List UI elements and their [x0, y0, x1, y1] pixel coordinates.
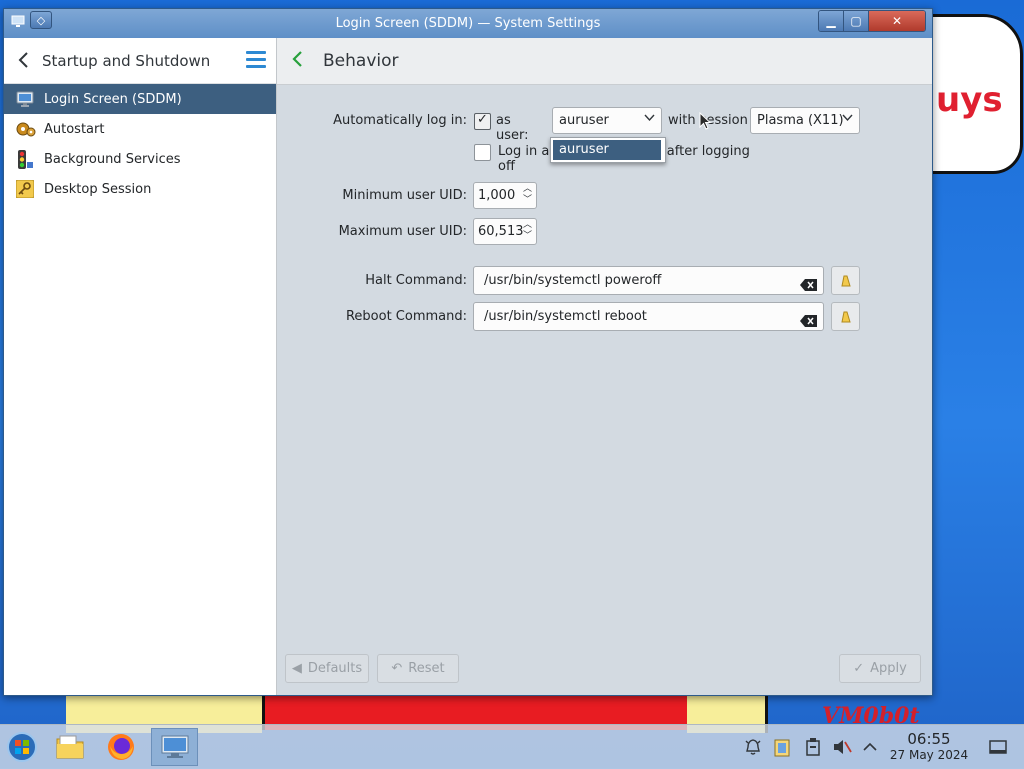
- session-select[interactable]: Plasma (X11): [750, 107, 860, 134]
- clipboard-icon[interactable]: [772, 737, 792, 757]
- user-dropdown-popup: auruser: [550, 137, 666, 163]
- firefox-icon: [108, 734, 134, 760]
- sidebar-item-desktop-session[interactable]: Desktop Session: [4, 174, 276, 204]
- min-uid-label: Minimum user UID:: [342, 188, 467, 203]
- apply-check-icon: ✓: [853, 661, 865, 676]
- back-arrow-icon[interactable]: [291, 49, 303, 73]
- reset-icon: ↶: [391, 661, 403, 676]
- settings-monitor-icon: [161, 735, 188, 758]
- main-header: Behavior: [277, 38, 932, 85]
- relogin-checkbox[interactable]: [474, 144, 491, 161]
- window-titlebar[interactable]: ◇ Login Screen (SDDM) — System Settings …: [4, 9, 932, 38]
- halt-browse-button[interactable]: [831, 266, 860, 295]
- reset-label: Reset: [408, 661, 445, 676]
- checkmark-icon: ✓: [477, 112, 488, 127]
- file-open-icon: [840, 275, 851, 286]
- user-select-value: auruser: [559, 113, 609, 128]
- start-orb-icon: [7, 732, 37, 762]
- key-icon: [15, 179, 35, 199]
- back-arrow-icon[interactable]: [17, 51, 33, 69]
- session-select-value: Plasma (X11): [757, 113, 844, 128]
- hamburger-menu-icon[interactable]: [246, 51, 266, 69]
- max-uid-spinbox[interactable]: 60,513 ︿ ﹀: [473, 218, 537, 245]
- user-option[interactable]: auruser: [553, 140, 661, 160]
- firefox-button[interactable]: [101, 728, 141, 766]
- chevron-down-icon: [644, 112, 655, 125]
- min-uid-spinbox[interactable]: 1,000 ︿ ﹀: [473, 182, 537, 209]
- reset-button[interactable]: ↶ Reset: [377, 654, 459, 683]
- volume-muted-icon[interactable]: [832, 737, 852, 757]
- clock-time: 06:55: [907, 730, 951, 748]
- maximize-button[interactable]: ▢: [843, 11, 868, 31]
- halt-command-label: Halt Command:: [365, 273, 467, 288]
- halt-command-field[interactable]: /usr/bin/systemctl poweroff: [473, 266, 824, 295]
- window-controls: ▁ ▢ ✕: [818, 10, 926, 32]
- chevron-down-icon: [842, 112, 853, 125]
- reboot-browse-button[interactable]: [831, 302, 860, 331]
- sidebar-title: Startup and Shutdown: [42, 52, 211, 70]
- spin-arrows-icon[interactable]: ︿ ﹀: [522, 220, 533, 242]
- notifications-icon[interactable]: [743, 737, 763, 757]
- traffic-light-icon: [16, 150, 34, 169]
- sidebar-item-label: Autostart: [44, 121, 105, 137]
- apply-label: Apply: [870, 661, 907, 676]
- minimize-button[interactable]: ▁: [819, 11, 843, 31]
- min-uid-value: 1,000: [478, 188, 516, 203]
- system-clock[interactable]: 06:55 27 May 2024: [884, 731, 974, 763]
- sidebar-item-autostart[interactable]: Autostart: [4, 114, 276, 144]
- max-uid-value: 60,513: [478, 224, 524, 239]
- autologin-checkbox[interactable]: ✓: [474, 112, 491, 130]
- window-title: Login Screen (SDDM) — System Settings: [335, 16, 601, 31]
- defaults-button[interactable]: ◀ Defaults: [285, 654, 369, 683]
- sidebar-item-label: Login Screen (SDDM): [44, 91, 182, 107]
- reboot-command-label: Reboot Command:: [345, 309, 467, 324]
- apply-button[interactable]: ✓ Apply: [839, 654, 921, 683]
- start-menu-button[interactable]: [2, 728, 42, 766]
- halt-command-value: /usr/bin/systemctl poweroff: [484, 273, 662, 288]
- file-open-icon: [840, 311, 851, 322]
- defaults-icon: ◀: [291, 661, 302, 676]
- system-settings-task[interactable]: [151, 728, 198, 766]
- storage-device-icon[interactable]: [803, 737, 823, 757]
- clock-date: 27 May 2024: [889, 748, 969, 762]
- file-manager-button[interactable]: [50, 728, 90, 766]
- page-title: Behavior: [323, 51, 399, 71]
- sidebar: Startup and Shutdown Login Screen (SDDM)…: [4, 38, 277, 695]
- clear-text-icon[interactable]: [800, 310, 817, 327]
- sidebar-item-label: Desktop Session: [44, 181, 152, 197]
- close-button[interactable]: ✕: [868, 11, 925, 31]
- show-desktop-icon[interactable]: [988, 737, 1008, 757]
- chevron-up-icon[interactable]: [860, 737, 880, 757]
- folder-icon: [56, 735, 84, 759]
- user-select[interactable]: auruser: [552, 107, 662, 134]
- wallpaper-cloud-text: uys: [936, 80, 1003, 120]
- as-user-label: as user:: [496, 113, 529, 143]
- sidebar-item-label: Background Services: [44, 151, 181, 167]
- max-uid-label: Maximum user UID:: [338, 224, 467, 239]
- taskbar: 06:55 27 May 2024: [0, 724, 1024, 769]
- defaults-label: Defaults: [307, 661, 363, 676]
- gears-icon: [16, 120, 36, 138]
- mouse-cursor: [699, 111, 712, 135]
- clear-text-icon[interactable]: [800, 274, 817, 291]
- reboot-command-field[interactable]: /usr/bin/systemctl reboot: [473, 302, 824, 331]
- monitor-icon: [16, 90, 34, 108]
- spin-arrows-icon[interactable]: ︿ ﹀: [522, 184, 533, 206]
- autologin-label: Automatically log in:: [333, 113, 467, 128]
- sidebar-header: Startup and Shutdown: [4, 38, 276, 84]
- sidebar-item-login-screen[interactable]: Login Screen (SDDM): [4, 84, 276, 114]
- sidebar-item-background-services[interactable]: Background Services: [4, 144, 276, 174]
- reboot-command-value: /usr/bin/systemctl reboot: [484, 309, 647, 324]
